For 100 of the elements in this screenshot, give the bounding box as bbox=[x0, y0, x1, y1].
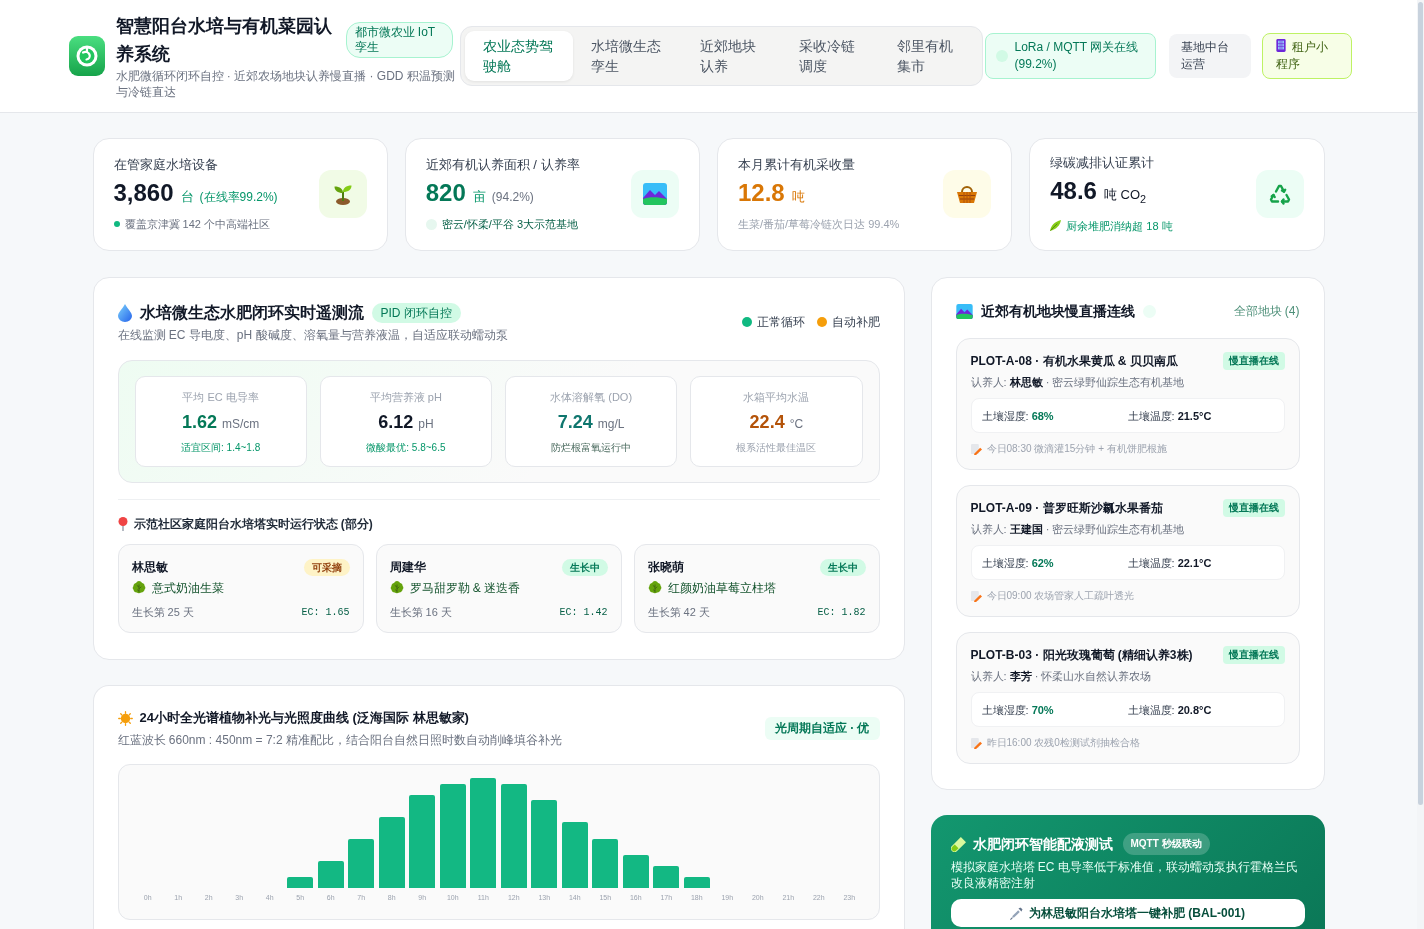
panel-subtitle: 红蓝波长 660nm : 450nm = 7:2 精准配比，结合阳台自然日照时数自动削峰填谷补光 bbox=[117, 732, 562, 749]
nav-tab[interactable]: 近郊地块认养 bbox=[682, 31, 781, 81]
soil-humidity: 土壤湿度: 62% bbox=[981, 555, 1055, 571]
kpi-note: 生菜/番茄/草莓冷链次日达 99.4% bbox=[738, 217, 900, 232]
mini-program-button[interactable]: 租户小程序 bbox=[1261, 33, 1352, 79]
soil-temperature: 土壤温度: 20.8°C bbox=[1127, 702, 1213, 718]
leaf-icon bbox=[1050, 220, 1062, 232]
droplet-icon bbox=[117, 304, 132, 322]
kpi-label: 在管家庭水培设备 bbox=[113, 156, 219, 174]
chart-bar bbox=[592, 839, 619, 888]
all-plots-link[interactable]: 全部地块 (4) bbox=[1233, 302, 1300, 320]
status-badge: 生长中 bbox=[819, 558, 866, 576]
growth-days: 生长第 16 天 bbox=[389, 604, 452, 620]
kpi-value: 820 bbox=[425, 178, 466, 208]
soil-humidity: 土壤湿度: 68% bbox=[981, 408, 1055, 424]
metric-value: 6.12 bbox=[378, 412, 414, 432]
ec-reading: EC: 1.65 bbox=[301, 606, 350, 618]
chart-bar bbox=[561, 822, 588, 888]
metric-value: 7.24 bbox=[557, 412, 593, 432]
plot-title: PLOT-A-08 · 有机水果黄瓜 & 贝贝南瓜 bbox=[970, 352, 1178, 370]
nav-tab[interactable]: 采收冷链调度 bbox=[780, 31, 880, 81]
soil-temperature: 土壤温度: 21.5°C bbox=[1127, 408, 1213, 424]
status-dot-icon bbox=[995, 50, 1008, 62]
plant-name: 意式奶油生菜 bbox=[151, 580, 224, 597]
memo-icon bbox=[970, 590, 982, 602]
card-description: 模拟家庭水培塔 EC 电导率低于标准值，联动蠕动泵执行霍格兰氏改良液精密注射 bbox=[950, 859, 1299, 891]
seedling-icon bbox=[318, 170, 367, 218]
panel-title: 水培微生态水肥闭环实时遥测流 bbox=[139, 303, 364, 323]
section-title: 示范社区家庭阳台水培塔实时运行状态 (部分) bbox=[133, 516, 373, 532]
status-badge: 可采摘 bbox=[303, 558, 350, 576]
metric-label: 平均营养液 pH bbox=[368, 390, 443, 405]
ec-reading: EC: 1.82 bbox=[817, 606, 866, 618]
metric-label: 水箱平均水温 bbox=[742, 390, 811, 405]
basket-icon bbox=[943, 170, 992, 218]
metric-value: 1.62 bbox=[181, 412, 217, 432]
memo-icon bbox=[970, 443, 982, 455]
chart-bar bbox=[348, 839, 375, 888]
mode-badge: PID 闭环自控 bbox=[371, 303, 461, 323]
kpi-label: 本月累计有机采收量 bbox=[738, 156, 856, 174]
metric-label: 水体溶解氧 (DO) bbox=[549, 390, 634, 405]
kpi-unit: 吨 CO$_{2}$ bbox=[1103, 186, 1147, 207]
landscape-icon bbox=[631, 170, 679, 218]
adopter-info: 认养人: 王建国 · 密云绿野仙踪生态有机基地 bbox=[970, 522, 1186, 537]
lettuce-icon bbox=[647, 581, 662, 595]
kpi-note: 覆盖京津冀 142 个中高端社区 bbox=[124, 217, 270, 232]
adopter-info: 认养人: 林思敏 · 密云绿野仙踪生态有机基地 bbox=[970, 375, 1186, 390]
legend-label: 自动补肥 bbox=[831, 314, 880, 330]
log-entry: 昨日16:00 农残0检测试剂抽检合格 bbox=[986, 736, 1140, 750]
kpi-value: 3,860 bbox=[113, 178, 174, 208]
gateway-status: LoRa / MQTT 网关在线 (99.2%) bbox=[1014, 39, 1140, 73]
kpi-unit: 亩 bbox=[472, 188, 486, 206]
scrollbar-thumb[interactable] bbox=[1418, 2, 1423, 805]
kpi-value: 48.6 bbox=[1050, 176, 1097, 207]
metric-note: 适宜区间: 1.4~1.8 bbox=[180, 441, 262, 455]
growth-days: 生长第 25 天 bbox=[131, 604, 194, 620]
metric-unit: mg/L bbox=[597, 417, 625, 431]
metric-unit: °C bbox=[789, 417, 804, 431]
app-title: 智慧阳台水培与有机菜园认养系统 bbox=[115, 15, 333, 66]
log-entry: 今日08:30 微滴灌15分钟 + 有机饼肥根施 bbox=[986, 442, 1167, 456]
app-subtitle: 水肥微循环闭环自控 · 近郊农场地块认养慢直播 · GDD 积温预测与冷链直达 bbox=[115, 68, 456, 100]
chart-bar bbox=[317, 861, 344, 888]
memo-icon bbox=[970, 737, 982, 749]
photoperiod-badge: 光周期自适应 · 优 bbox=[764, 717, 880, 740]
metric-note: 微酸最优: 5.8~6.5 bbox=[365, 441, 447, 455]
pin-icon bbox=[117, 517, 128, 531]
kpi-detail: (94.2%) bbox=[491, 189, 534, 206]
recycling-icon bbox=[1255, 170, 1304, 218]
metric-note: 防烂根富氧运行中 bbox=[550, 441, 633, 455]
owner-name: 周建华 bbox=[389, 558, 426, 576]
kpi-unit: 吨 bbox=[791, 188, 805, 206]
chart-bar bbox=[683, 877, 710, 888]
metric-unit: pH bbox=[418, 417, 434, 431]
kpi-label: 绿碳减排认证累计 bbox=[1050, 154, 1156, 173]
kpi-note: 厨余堆肥消纳超 18 吨 bbox=[1066, 218, 1173, 234]
status-badge: 生长中 bbox=[561, 558, 608, 576]
adopter-info: 认养人: 李芳 · 怀柔山水自然认养农场 bbox=[970, 669, 1153, 684]
syringe-icon bbox=[1010, 906, 1023, 920]
plot-title: PLOT-A-09 · 普罗旺斯沙瓤水果番茄 bbox=[970, 499, 1163, 517]
mqtt-badge: MQTT 秒级联动 bbox=[1122, 833, 1210, 855]
plot-title: PLOT-B-03 · 阳光玫瑰葡萄 (精细认养3株) bbox=[970, 646, 1193, 664]
chart-bar bbox=[287, 877, 314, 888]
dose-button[interactable]: 为林思敏阳台水培塔一键补肥 (BAL-001) bbox=[950, 899, 1305, 927]
platform-button[interactable]: 基地中台运营 bbox=[1168, 34, 1251, 78]
app-badge: 都市微农业 IoT 孪生 bbox=[345, 22, 453, 58]
soil-humidity: 土壤湿度: 70% bbox=[981, 702, 1055, 718]
live-badge: 慢直播在线 bbox=[1222, 646, 1285, 664]
kpi-note: 密云/怀柔/平谷 3大示范基地 bbox=[441, 217, 579, 232]
nav-tab[interactable]: 水培微生态孪生 bbox=[573, 31, 683, 81]
legend-label: 正常循环 bbox=[756, 314, 805, 330]
metric-note: 根系活性最佳温区 bbox=[735, 441, 818, 455]
growth-days: 生长第 42 天 bbox=[647, 604, 710, 620]
plant-name: 红颜奶油草莓立柱塔 bbox=[667, 580, 776, 597]
status-dot-icon bbox=[113, 221, 120, 227]
kpi-value: 12.8 bbox=[738, 178, 785, 208]
nav-tab[interactable]: 农业态势驾驶舱 bbox=[464, 31, 574, 81]
card-title: 水肥闭环智能配液测试 bbox=[972, 835, 1113, 854]
nav-tab[interactable]: 邻里有机集市 bbox=[879, 31, 978, 81]
metric-label: 平均 EC 电导率 bbox=[181, 390, 260, 405]
lettuce-icon bbox=[389, 581, 404, 595]
panel-title: 24小时全光谱植物补光与光照度曲线 (泛海国际 林思敏家) bbox=[139, 709, 469, 727]
